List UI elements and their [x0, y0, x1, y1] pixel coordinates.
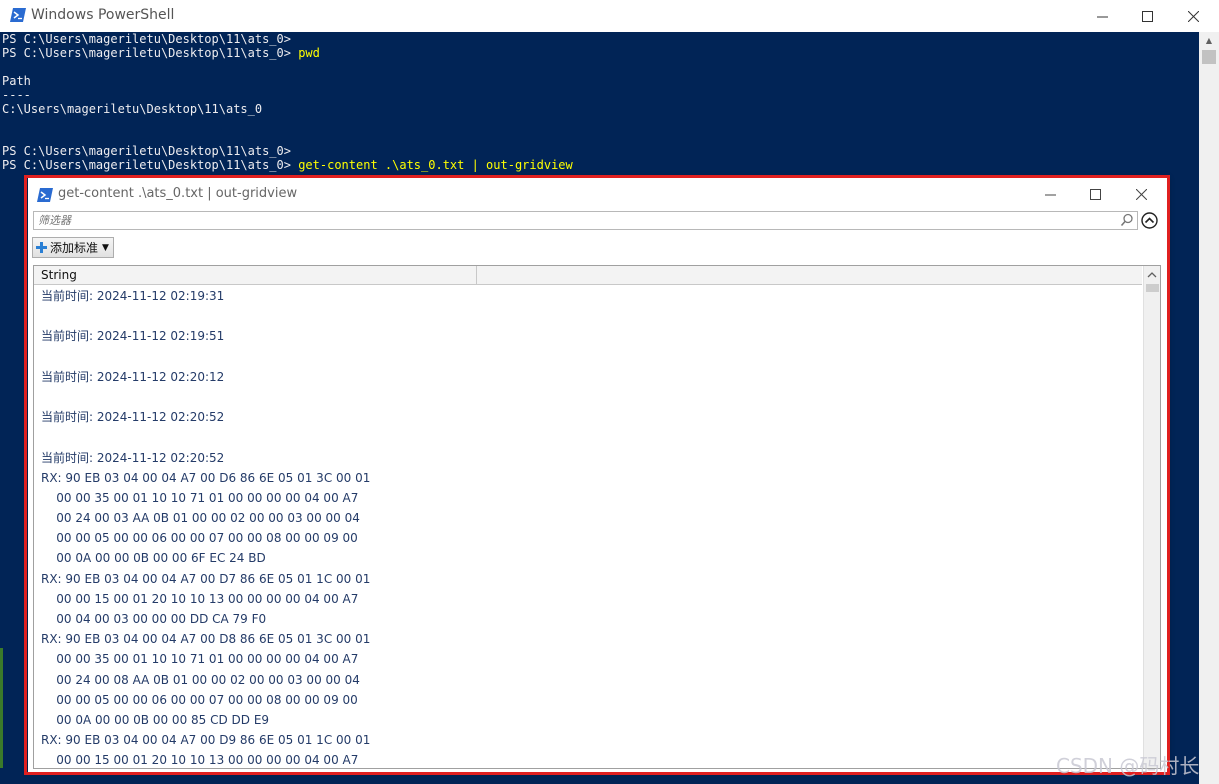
- grid-rows: 当前时间: 2024-11-12 02:19:31 当前时间: 2024-11-1…: [34, 286, 1142, 768]
- results-grid[interactable]: String 当前时间: 2024-11-12 02:19:31 当前时间: 20…: [33, 265, 1161, 769]
- add-criteria-label: 添加标准: [50, 241, 99, 255]
- table-row[interactable]: 00 24 00 08 AA 0B 01 00 00 02 00 00 03 0…: [34, 670, 1142, 690]
- console-line: C:\Users\mageriletu\Desktop\11\ats_0: [2, 102, 263, 116]
- gridview-maximize-button[interactable]: [1072, 179, 1118, 209]
- table-row[interactable]: 当前时间: 2024-11-12 02:20:52: [34, 448, 1142, 468]
- table-row[interactable]: [34, 347, 1142, 367]
- table-row[interactable]: RX: 90 EB 03 04 00 04 A7 00 D9 86 6E 05 …: [34, 730, 1142, 750]
- scrollbar-thumb[interactable]: [1146, 284, 1159, 292]
- minimize-button[interactable]: [1079, 0, 1125, 32]
- console-line: PS C:\Users\mageriletu\Desktop\11\ats_0>…: [2, 46, 320, 60]
- table-row[interactable]: 00 00 05 00 00 06 00 00 07 00 00 08 00 0…: [34, 528, 1142, 548]
- gridview-window: get-content .\ats_0.txt | out-gridview 添…: [28, 178, 1168, 772]
- powershell-icon: [10, 8, 26, 22]
- gridview-minimize-button[interactable]: [1027, 179, 1073, 209]
- scrollbar-thumb[interactable]: [1202, 50, 1216, 64]
- close-button[interactable]: [1170, 0, 1216, 32]
- table-row[interactable]: 当前时间: 2024-11-12 02:20:52: [34, 407, 1142, 427]
- table-row[interactable]: 当前时间: 2024-11-12 02:19:51: [34, 326, 1142, 346]
- grid-header: String: [34, 266, 1142, 285]
- console-line: Path: [2, 74, 31, 88]
- maximize-icon: [1089, 188, 1101, 200]
- plus-icon: [36, 242, 47, 253]
- gridview-title: get-content .\ats_0.txt | out-gridview: [58, 186, 298, 201]
- gridview-close-button[interactable]: [1118, 179, 1164, 209]
- table-row[interactable]: 00 24 00 03 AA 0B 01 00 00 02 00 00 03 0…: [34, 508, 1142, 528]
- table-row[interactable]: 00 00 05 00 00 06 00 00 07 00 00 08 00 0…: [34, 690, 1142, 710]
- table-row[interactable]: [34, 306, 1142, 326]
- table-row[interactable]: 00 00 35 00 01 10 10 71 01 00 00 00 00 0…: [34, 649, 1142, 669]
- filter-box: [33, 211, 1138, 230]
- table-row[interactable]: RX: 90 EB 03 04 00 04 A7 00 D8 86 6E 05 …: [34, 629, 1142, 649]
- background-strip: [0, 648, 3, 768]
- scroll-up-arrow-icon[interactable]: ▲: [1199, 32, 1219, 49]
- console-line: PS C:\Users\mageriletu\Desktop\11\ats_0>…: [2, 158, 573, 172]
- table-row[interactable]: 当前时间: 2024-11-12 02:20:12: [34, 367, 1142, 387]
- minimize-icon: [1044, 194, 1056, 195]
- console-line: ----: [2, 88, 31, 102]
- table-row[interactable]: RX: 90 EB 03 04 00 04 A7 00 D7 86 6E 05 …: [34, 569, 1142, 589]
- table-row[interactable]: 当前时间: 2024-11-12 02:19:31: [34, 286, 1142, 306]
- column-header-string[interactable]: String: [34, 266, 477, 284]
- gridview-titlebar: get-content .\ats_0.txt | out-gridview: [28, 178, 1168, 210]
- close-icon: [1187, 10, 1199, 22]
- collapse-chevron-icon[interactable]: [1141, 212, 1158, 229]
- filter-input[interactable]: [34, 212, 1114, 229]
- grid-scrollbar[interactable]: [1143, 266, 1160, 768]
- dropdown-arrow-icon: ▼: [102, 242, 109, 253]
- table-row[interactable]: 00 04 00 03 00 00 00 DD CA 79 F0: [34, 609, 1142, 629]
- table-row[interactable]: 00 0A 00 00 0B 00 00 6F EC 24 BD: [34, 548, 1142, 568]
- table-row[interactable]: [34, 387, 1142, 407]
- watermark: CSDN @码村长: [1056, 754, 1200, 778]
- add-criteria-button[interactable]: 添加标准 ▼: [32, 237, 114, 258]
- search-icon[interactable]: [1120, 213, 1134, 227]
- table-row[interactable]: 00 00 15 00 01 20 10 10 13 00 00 00 00 0…: [34, 589, 1142, 609]
- scroll-up-arrow-icon[interactable]: [1146, 269, 1158, 281]
- table-row[interactable]: 00 00 15 00 01 20 10 10 13 00 00 00 00 0…: [34, 750, 1142, 768]
- table-row[interactable]: [34, 427, 1142, 447]
- close-icon: [1135, 188, 1147, 200]
- console-line: PS C:\Users\mageriletu\Desktop\11\ats_0>: [2, 32, 291, 46]
- window-title: Windows PowerShell: [31, 7, 175, 23]
- maximize-icon: [1141, 10, 1153, 22]
- maximize-button[interactable]: [1124, 0, 1170, 32]
- powershell-titlebar: Windows PowerShell: [0, 0, 1219, 33]
- console-scrollbar[interactable]: ▲: [1199, 32, 1219, 784]
- table-row[interactable]: RX: 90 EB 03 04 00 04 A7 00 D6 86 6E 05 …: [34, 468, 1142, 488]
- table-row[interactable]: 00 00 35 00 01 10 10 71 01 00 00 00 00 0…: [34, 488, 1142, 508]
- table-row[interactable]: 00 0A 00 00 0B 00 00 85 CD DD E9: [34, 710, 1142, 730]
- powershell-icon: [37, 188, 53, 202]
- minimize-icon: [1096, 16, 1108, 17]
- console-line: PS C:\Users\mageriletu\Desktop\11\ats_0>: [2, 144, 291, 158]
